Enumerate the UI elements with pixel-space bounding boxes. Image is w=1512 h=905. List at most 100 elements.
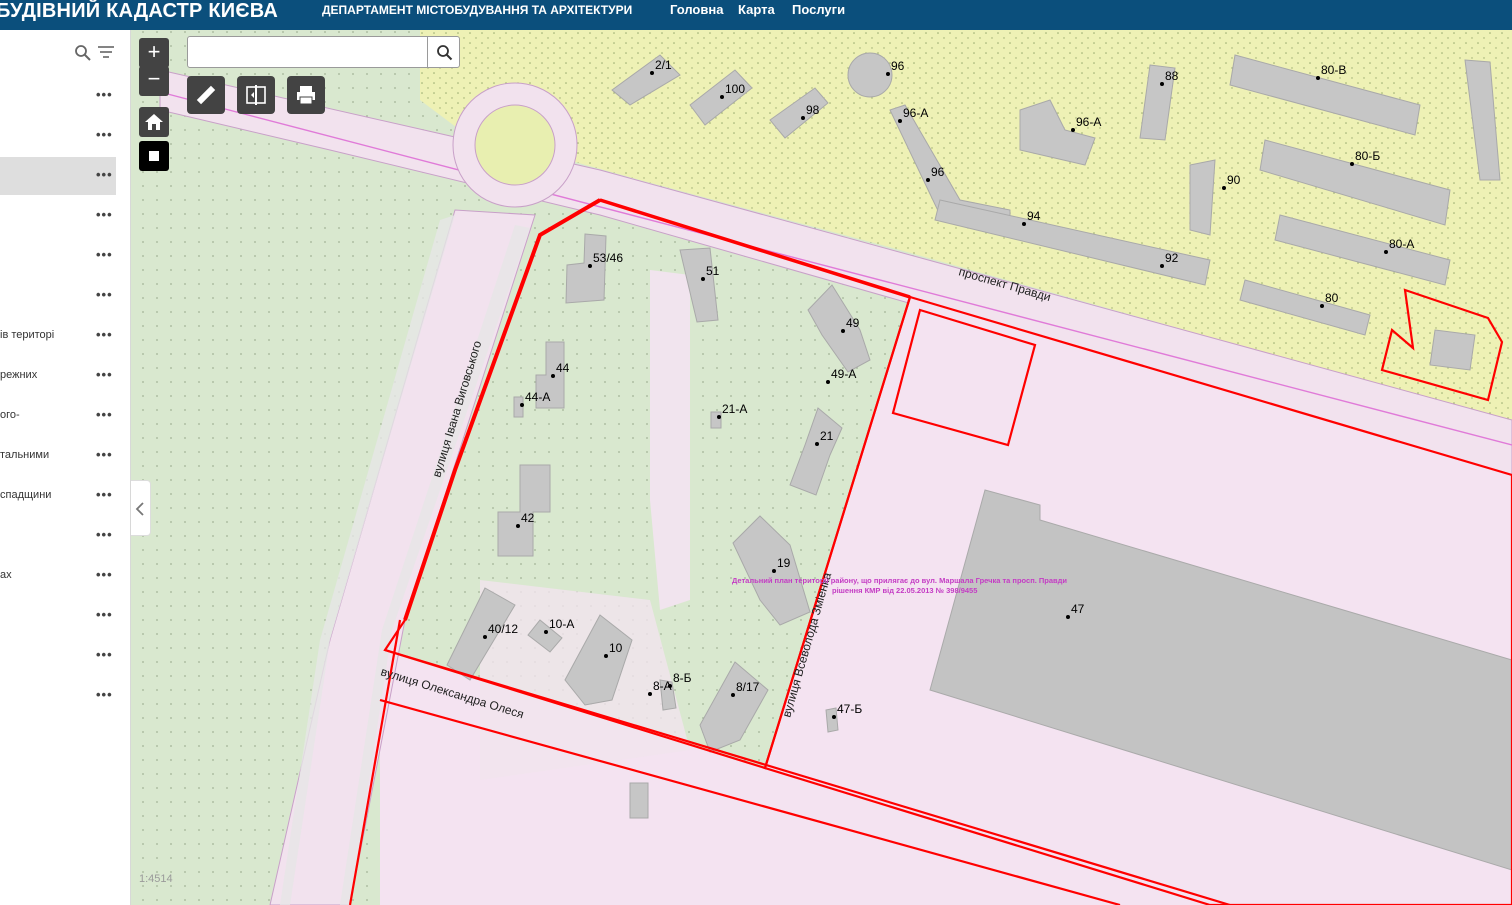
building-marker [1160, 264, 1164, 268]
building-number-label[interactable]: 47 [1071, 602, 1085, 616]
nav-link-services[interactable]: Послуги [792, 2, 845, 17]
layer-options-icon[interactable]: ••• [96, 648, 113, 661]
building-number-label[interactable]: 2/1 [655, 58, 672, 72]
map-search-button[interactable] [427, 36, 460, 68]
layer-options-icon[interactable]: ••• [96, 448, 113, 461]
print-icon [295, 84, 317, 111]
building-number-label[interactable]: 8/17 [736, 680, 760, 694]
building-number-label[interactable]: 96-А [1076, 115, 1101, 129]
layer-options-icon[interactable]: ••• [96, 688, 113, 701]
building-number-label[interactable]: 21 [820, 429, 834, 443]
layer-options-icon[interactable]: ••• [96, 248, 113, 261]
layer-item[interactable]: тальними ••• [0, 437, 116, 475]
nav-link-home[interactable]: Головна [670, 2, 723, 17]
building-number-label[interactable]: 80-Б [1355, 149, 1380, 163]
layer-item[interactable]: режних ••• [0, 357, 116, 395]
layer-item[interactable]: ах ••• [0, 557, 116, 595]
print-button[interactable] [287, 76, 325, 114]
building-number-label[interactable]: 51 [706, 264, 720, 278]
building-number-label[interactable]: 94 [1027, 209, 1041, 223]
building-marker [841, 329, 845, 333]
building-marker [1320, 304, 1324, 308]
layer-options-icon[interactable]: ••• [96, 168, 113, 181]
zoom-in-button[interactable]: + [139, 38, 169, 68]
building-number-label[interactable]: 90 [1227, 173, 1241, 187]
zoom-out-button[interactable]: − [139, 66, 169, 96]
home-button[interactable] [139, 107, 169, 137]
building-marker [898, 119, 902, 123]
layer-item[interactable]: ••• [0, 117, 116, 155]
layer-item[interactable]: ••• [0, 597, 116, 635]
layer-options-icon[interactable]: ••• [96, 288, 113, 301]
building-number-label[interactable]: 40/12 [488, 622, 518, 636]
building-marker [544, 630, 548, 634]
layer-item[interactable]: ••• [0, 157, 116, 195]
building-number-label[interactable]: 10-А [549, 617, 574, 631]
building-number-label[interactable]: 98 [806, 103, 820, 117]
building-number-label[interactable]: 80-В [1321, 63, 1346, 77]
layer-options-icon[interactable]: ••• [96, 128, 113, 141]
plan-note-line2: рішення КМР від 22.05.2013 № 398/9455 [832, 586, 977, 595]
nav-link-map[interactable]: Карта [738, 2, 775, 17]
building-number-label[interactable]: 44 [556, 361, 570, 375]
sidebar-collapse-button[interactable] [131, 480, 151, 536]
building-number-label[interactable]: 8-Б [673, 671, 692, 685]
layer-options-icon[interactable]: ••• [96, 488, 113, 501]
map-view[interactable]: 2/1 100 98 96 96-А 96-А 96 94 92 88 90 80-В 80-Б 80-А… [131, 30, 1512, 905]
building-number-label[interactable]: 49-А [831, 367, 856, 381]
department-name[interactable]: ДЕПАРТАМЕНТ МІСТОБУДУВАННЯ ТА АРХІТЕКТУР… [322, 3, 632, 17]
building-number-label[interactable]: 19 [777, 556, 791, 570]
layer-options-icon[interactable]: ••• [96, 568, 113, 581]
layer-options-icon[interactable]: ••• [96, 528, 113, 541]
layer-options-icon[interactable]: ••• [96, 608, 113, 621]
building-number-label[interactable]: 100 [725, 82, 745, 96]
layer-options-icon[interactable]: ••• [96, 88, 113, 101]
layer-item[interactable]: ів територі ••• [0, 317, 116, 355]
building-marker [801, 116, 805, 120]
building-marker [926, 178, 930, 182]
building-number-label[interactable]: 88 [1165, 69, 1179, 83]
layer-item[interactable]: ••• [0, 77, 116, 115]
layer-options-icon[interactable]: ••• [96, 208, 113, 221]
layer-item[interactable]: ••• [0, 277, 116, 315]
layer-item[interactable]: ••• [0, 637, 116, 675]
layer-item[interactable]: спадщини ••• [0, 477, 116, 515]
map-canvas[interactable]: 2/1 100 98 96 96-А 96-А 96 94 92 88 90 80-В 80-Б 80-А… [131, 30, 1512, 905]
stop-button[interactable] [139, 141, 169, 171]
building-marker [1384, 250, 1388, 254]
layer-item-label: режних [0, 369, 38, 381]
building-number-label[interactable]: 92 [1165, 251, 1179, 265]
building-number-label[interactable]: 42 [521, 511, 535, 525]
layer-item[interactable]: ••• [0, 677, 116, 715]
filter-icon[interactable] [97, 44, 117, 62]
building-number-label[interactable]: 10 [609, 641, 623, 655]
layer-options-icon[interactable]: ••• [96, 328, 113, 341]
layer-item[interactable]: ••• [0, 237, 116, 275]
search-icon[interactable] [74, 44, 92, 62]
app-header: БУДІВНИЙ КАДАСТР КИЄВА ДЕПАРТАМЕНТ МІСТО… [0, 0, 1512, 30]
zoom-in-label: + [147, 39, 161, 64]
layer-options-icon[interactable]: ••• [96, 408, 113, 421]
layer-item[interactable]: ого- ••• [0, 397, 116, 435]
building-number-label[interactable]: 21-А [722, 402, 747, 416]
layer-item[interactable]: ••• [0, 197, 116, 235]
layer-item[interactable]: ••• [0, 517, 116, 555]
building-number-label[interactable]: 96 [891, 59, 905, 73]
app-title[interactable]: БУДІВНИЙ КАДАСТР КИЄВА [0, 0, 278, 22]
layer-options-icon[interactable]: ••• [96, 368, 113, 381]
building-marker [1316, 76, 1320, 80]
building-number-label[interactable]: 96 [931, 165, 945, 179]
building-number-label[interactable]: 80-А [1389, 237, 1414, 251]
building-number-label[interactable]: 80 [1325, 291, 1339, 305]
search-icon [436, 44, 453, 66]
swipe-button[interactable] [237, 76, 275, 114]
measure-button[interactable] [187, 76, 225, 114]
building-marker [1071, 128, 1075, 132]
building-number-label[interactable]: 96-А [903, 106, 928, 120]
building-number-label[interactable]: 53/46 [593, 251, 623, 265]
building-number-label[interactable]: 49 [846, 316, 860, 330]
map-search-input[interactable] [187, 36, 429, 68]
building-number-label[interactable]: 47-Б [837, 702, 862, 716]
building-number-label[interactable]: 44-А [525, 390, 550, 404]
layer-item-label: тальними [0, 449, 50, 461]
